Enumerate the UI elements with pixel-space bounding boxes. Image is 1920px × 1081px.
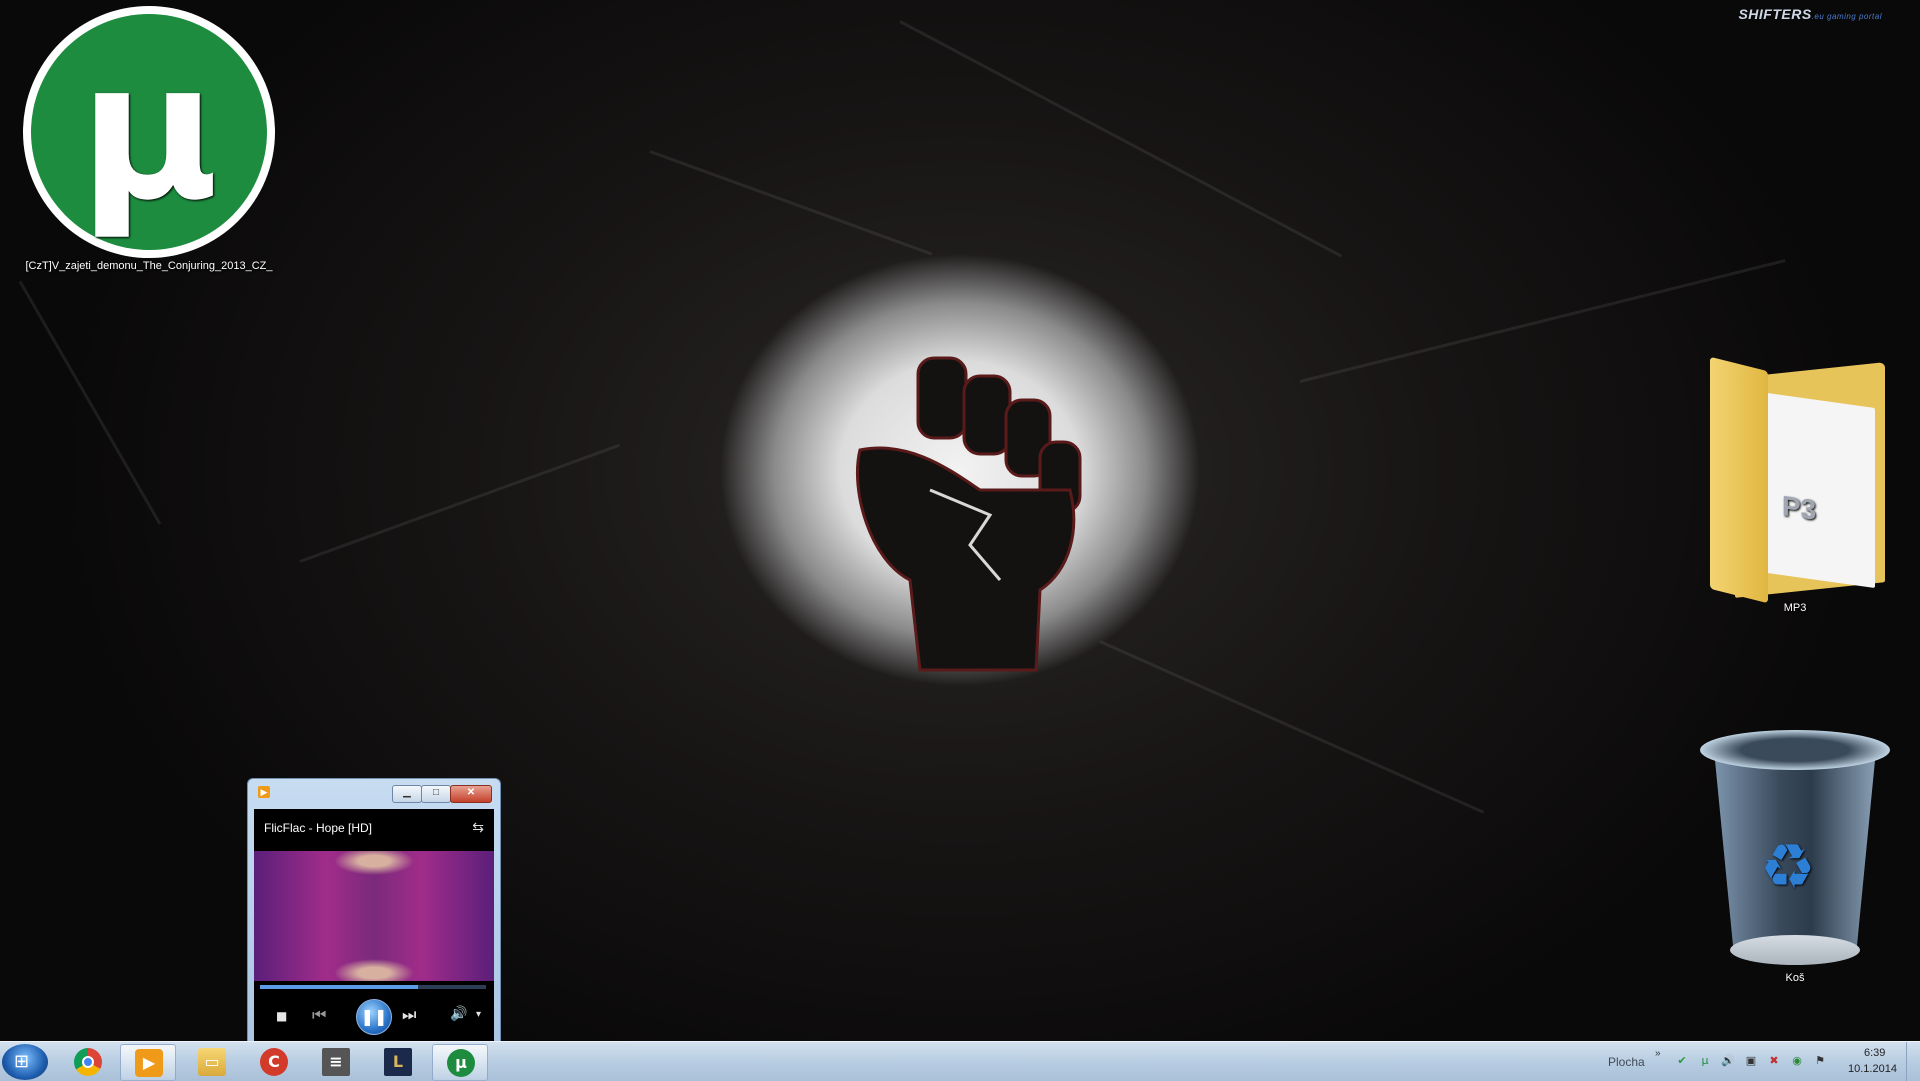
chrome-icon <box>74 1048 102 1076</box>
wallpaper-crack <box>1099 640 1485 814</box>
stop-button[interactable]: ■ <box>276 1009 287 1023</box>
windows-logo-icon: ⊞ <box>14 1051 30 1072</box>
next-button[interactable]: ⏭ <box>402 1005 416 1025</box>
seek-slider[interactable] <box>260 985 486 989</box>
playback-controls: ■ ⏮ ❚❚ ⏭ 🔊 ▾ <box>254 995 494 1041</box>
brand-logo: SHIFTERS.eu gaming portal <box>1738 6 1882 22</box>
video-area[interactable] <box>254 851 494 981</box>
desktop-icon-label: [CzT]V_zajeti_demonu_The_Conjuring_2013_… <box>25 260 273 272</box>
taskbar-button-app[interactable]: ≡ <box>308 1044 364 1079</box>
taskbar-button-media-player[interactable]: ▶ <box>120 1044 176 1081</box>
clock-time[interactable]: 6:39 <box>1864 1047 1885 1059</box>
flag-tray-icon[interactable]: ⚑ <box>1813 1054 1827 1068</box>
wallpaper-crack <box>899 20 1343 258</box>
desktop-wallpaper: SHIFTERS.eu gaming portal µ [CzT]V_zajet… <box>0 0 1920 1041</box>
shield-tray-icon[interactable]: ◉ <box>1790 1054 1804 1068</box>
ccleaner-icon: C <box>260 1048 288 1076</box>
wallpaper-crack <box>18 280 162 525</box>
media-player-icon: ▶ <box>135 1049 163 1077</box>
wallpaper-crack <box>299 443 621 563</box>
clock-date[interactable]: 10.1.2014 <box>1848 1063 1897 1075</box>
league-of-legends-icon: L <box>384 1048 412 1076</box>
folder-icon: P3 <box>1705 356 1885 604</box>
show-desktop-button[interactable] <box>1906 1042 1919 1081</box>
alert-tray-icon[interactable]: ✖ <box>1767 1054 1781 1068</box>
app-icon: ≡ <box>322 1048 350 1076</box>
recycle-bin-icon: ♻ <box>1700 730 1890 970</box>
folder-icon: ▭ <box>198 1048 226 1076</box>
desktop-icon-utorrent[interactable]: µ [CzT]V_zajeti_demonu_The_Conjuring_201… <box>14 6 284 272</box>
minimize-button[interactable]: ▁ <box>392 785 422 803</box>
now-playing-panel: FlicFlac - Hope [HD] ⇆ ■ ⏮ ❚❚ ⏭ 🔊 ▾ <box>254 809 494 1041</box>
pause-button[interactable]: ❚❚ <box>356 999 392 1035</box>
track-title: FlicFlac - Hope [HD] <box>264 821 373 835</box>
desktop-icon-label: Koš <box>1785 972 1805 984</box>
media-player-app-icon: ▶ <box>258 786 270 798</box>
taskbar-button-utorrent[interactable]: µ <box>432 1044 488 1081</box>
volume-icon[interactable]: 🔊 <box>450 1006 467 1022</box>
utorrent-icon: µ <box>447 1049 475 1077</box>
toolbar-chevron-icon[interactable]: » <box>1655 1048 1661 1059</box>
volume-dropdown-icon[interactable]: ▾ <box>476 1009 481 1020</box>
fist-emblem <box>855 356 1082 672</box>
desktop-toolbar-label[interactable]: Plocha <box>1608 1055 1645 1069</box>
wallpaper-crack <box>649 150 933 256</box>
start-button[interactable]: ⊞ <box>2 1044 48 1080</box>
switch-to-library-icon[interactable]: ⇆ <box>472 819 484 836</box>
taskbar-button-explorer[interactable]: ▭ <box>184 1044 240 1079</box>
window-titlebar[interactable]: ▶ ▁ □ ✕ <box>248 779 500 803</box>
volume-tray-icon[interactable]: 🔊 <box>1721 1054 1735 1068</box>
desktop-icon-mp3-folder[interactable]: P3 MP3 <box>1665 356 1920 614</box>
utorrent-icon: µ <box>23 6 275 258</box>
taskbar-button-league-of-legends[interactable]: L <box>370 1044 426 1079</box>
taskbar-button-chrome[interactable] <box>60 1044 116 1079</box>
display-tray-icon[interactable]: ▣ <box>1744 1054 1758 1068</box>
media-player-window[interactable]: ▶ ▁ □ ✕ FlicFlac - Hope [HD] ⇆ ■ ⏮ ❚❚ ⏭ … <box>247 778 501 1041</box>
taskbar-button-ccleaner[interactable]: C <box>246 1044 302 1079</box>
utorrent-tray-icon[interactable]: µ <box>1698 1054 1712 1068</box>
desktop-icon-recycle-bin[interactable]: ♻ Koš <box>1680 730 1910 984</box>
maximize-button[interactable]: □ <box>421 785 451 803</box>
close-button[interactable]: ✕ <box>450 785 492 803</box>
seek-progress-fill <box>260 985 419 989</box>
previous-button[interactable]: ⏮ <box>312 1005 326 1025</box>
taskbar: ⊞ ▶ ▭ C ≡ L µ Plocha » ✔ µ 🔊 ▣ ✖ ◉ ⚑ 6:3… <box>0 1041 1920 1081</box>
network-green-icon[interactable]: ✔ <box>1675 1054 1689 1068</box>
track-bar: FlicFlac - Hope [HD] ⇆ <box>254 809 494 851</box>
desktop-icon-label: MP3 <box>1783 602 1807 614</box>
